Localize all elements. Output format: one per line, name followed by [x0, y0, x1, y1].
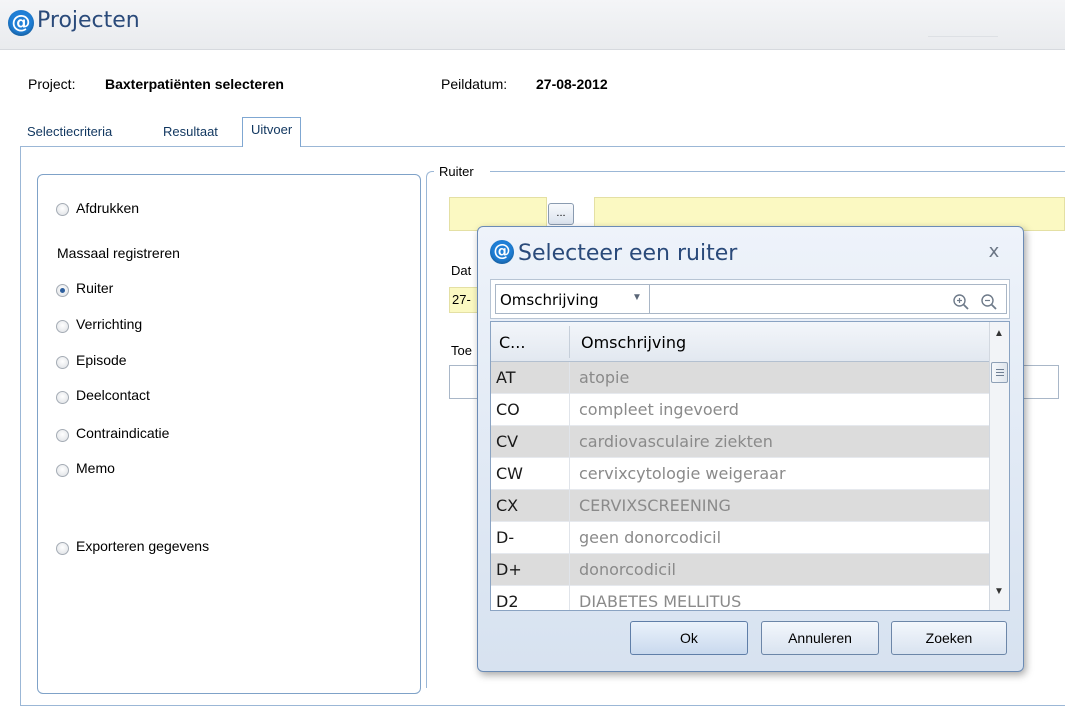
row-description: CERVIXSCREENING — [579, 496, 731, 515]
row-code: CW — [496, 464, 523, 483]
zoom-out-icon[interactable] — [980, 293, 998, 311]
close-icon[interactable]: x — [983, 241, 1005, 263]
radio-afdrukken[interactable] — [56, 203, 69, 216]
row-description: compleet ingevoerd — [579, 400, 739, 419]
radio-verrichting[interactable] — [56, 320, 69, 333]
radio-exporteren[interactable] — [56, 542, 69, 555]
datum-value: 27- — [452, 292, 471, 307]
radio-memo[interactable] — [56, 464, 69, 477]
grip-line — [996, 372, 1004, 373]
grid-scrollbar[interactable]: ▲ ▼ — [989, 322, 1009, 610]
radio-contraindicatie[interactable] — [56, 429, 69, 442]
scroll-thumb[interactable] — [991, 362, 1008, 383]
app-logo-icon: @ — [8, 10, 34, 36]
table-row[interactable]: D+ donorcodicil — [491, 554, 989, 586]
ruiter-group-border — [426, 178, 427, 688]
dialog-title: Selecteer een ruiter — [518, 241, 738, 266]
option-memo-label: Memo — [76, 460, 115, 476]
filter-field-select[interactable]: Omschrijving ▼ — [495, 284, 650, 314]
chevron-down-icon: ▼ — [632, 292, 642, 303]
row-code: D+ — [496, 560, 522, 579]
option-verrichting-label: Verrichting — [76, 316, 143, 332]
tab-resultaat[interactable]: Resultaat — [163, 124, 218, 139]
option-contraindicatie-label: Contraindicatie — [76, 425, 170, 441]
row-description: geen donorcodicil — [579, 528, 722, 547]
dialog-logo-icon: @ — [490, 240, 514, 264]
zoom-in-icon[interactable] — [952, 293, 970, 311]
option-deelcontact-label: Deelcontact — [76, 387, 150, 403]
row-code: CX — [496, 496, 519, 515]
ruiter-group-corner — [426, 171, 434, 179]
row-description: cervixcytologie weigeraar — [579, 464, 786, 483]
table-row[interactable]: CW cervixcytologie weigeraar — [491, 458, 989, 490]
filter-bar: Omschrijving ▼ — [490, 279, 1010, 319]
cell-divider — [569, 458, 570, 490]
option-exporteren-label: Exporteren gegevens — [76, 538, 210, 554]
row-description: DIABETES MELLITUS — [579, 592, 742, 611]
row-code: AT — [496, 368, 516, 387]
grip-line — [996, 369, 1004, 370]
select-ruiter-dialog: @ Selecteer een ruiter x Omschrijving ▼ … — [477, 226, 1024, 672]
ruiter-grid: C... Omschrijving AT atopie CO compleet in… — [490, 321, 1010, 611]
row-description: donorcodicil — [579, 560, 676, 579]
row-code: CV — [496, 432, 519, 451]
window-title: Projecten — [37, 8, 140, 33]
table-row[interactable]: AT atopie — [491, 362, 989, 394]
toelichting-label: Toe — [451, 343, 472, 358]
option-episode-label: Episode — [76, 352, 127, 368]
window-titlebar: @ Projecten — [0, 0, 1065, 50]
filter-field-value: Omschrijving — [500, 291, 599, 309]
table-row[interactable]: D-geen donorcodicil — [491, 522, 989, 554]
grip-line — [996, 375, 1004, 376]
toelichting-field[interactable] — [449, 365, 479, 399]
row-description: atopie — [579, 368, 630, 387]
grid-rows: AT atopie CO compleet ingevoerd CV cardiova… — [491, 362, 989, 611]
radio-episode[interactable] — [56, 356, 69, 369]
row-code: CO — [496, 400, 520, 419]
tab-uitvoer[interactable]: Uitvoer — [242, 117, 302, 147]
option-afdrukken-label: Afdrukken — [76, 200, 140, 216]
table-row[interactable]: CV cardiovasculaire ziekten — [491, 426, 989, 458]
peildatum-value: 27-08-2012 — [536, 76, 608, 92]
table-row[interactable]: CO compleet ingevoerd — [491, 394, 989, 426]
column-header-code[interactable]: C... — [499, 333, 525, 352]
table-row[interactable]: CX CERVIXSCREENING — [491, 490, 989, 522]
tab-selectiecriteria[interactable]: Selectiecriteria — [27, 124, 112, 139]
ruiter-group-label: Ruiter — [437, 164, 476, 179]
toelichting-field-right[interactable] — [1022, 365, 1059, 399]
ruiter-browse-button[interactable]: ... — [548, 203, 574, 225]
row-description: cardiovasculaire ziekten — [579, 432, 773, 451]
option-ruiter-label: Ruiter — [76, 280, 114, 296]
ok-button[interactable]: Ok — [630, 621, 748, 655]
cancel-button[interactable]: Annuleren — [761, 621, 879, 655]
column-header-omschrijving[interactable]: Omschrijving — [581, 333, 686, 352]
radio-ruiter[interactable] — [56, 284, 69, 297]
massaal-registreren-heading: Massaal registreren — [57, 245, 180, 261]
cell-divider — [569, 586, 570, 610]
cell-divider — [569, 394, 570, 426]
titlebar-divider — [928, 36, 998, 37]
cell-divider — [569, 522, 570, 554]
datum-label: Dat — [451, 263, 472, 278]
radio-deelcontact[interactable] — [56, 391, 69, 404]
cell-divider — [569, 426, 570, 458]
ruiter-group-top-border — [490, 171, 1065, 172]
row-code: D- — [496, 528, 515, 547]
project-name: Baxterpatiënten selecteren — [105, 76, 284, 92]
search-button[interactable]: Zoeken — [891, 621, 1007, 655]
row-code: D2 — [496, 592, 519, 611]
grid-header: C... Omschrijving — [491, 322, 989, 362]
cell-divider — [569, 362, 570, 394]
cell-divider — [569, 490, 570, 522]
project-label: Project: — [28, 76, 76, 92]
table-row[interactable]: D2 DIABETES MELLITUS — [491, 586, 989, 611]
column-divider — [569, 326, 570, 358]
peildatum-label: Peildatum: — [441, 76, 508, 92]
scroll-up-icon[interactable]: ▲ — [994, 328, 1004, 339]
filter-search-input[interactable] — [650, 284, 1007, 314]
scroll-down-icon[interactable]: ▼ — [994, 586, 1004, 597]
cell-divider — [569, 554, 570, 586]
